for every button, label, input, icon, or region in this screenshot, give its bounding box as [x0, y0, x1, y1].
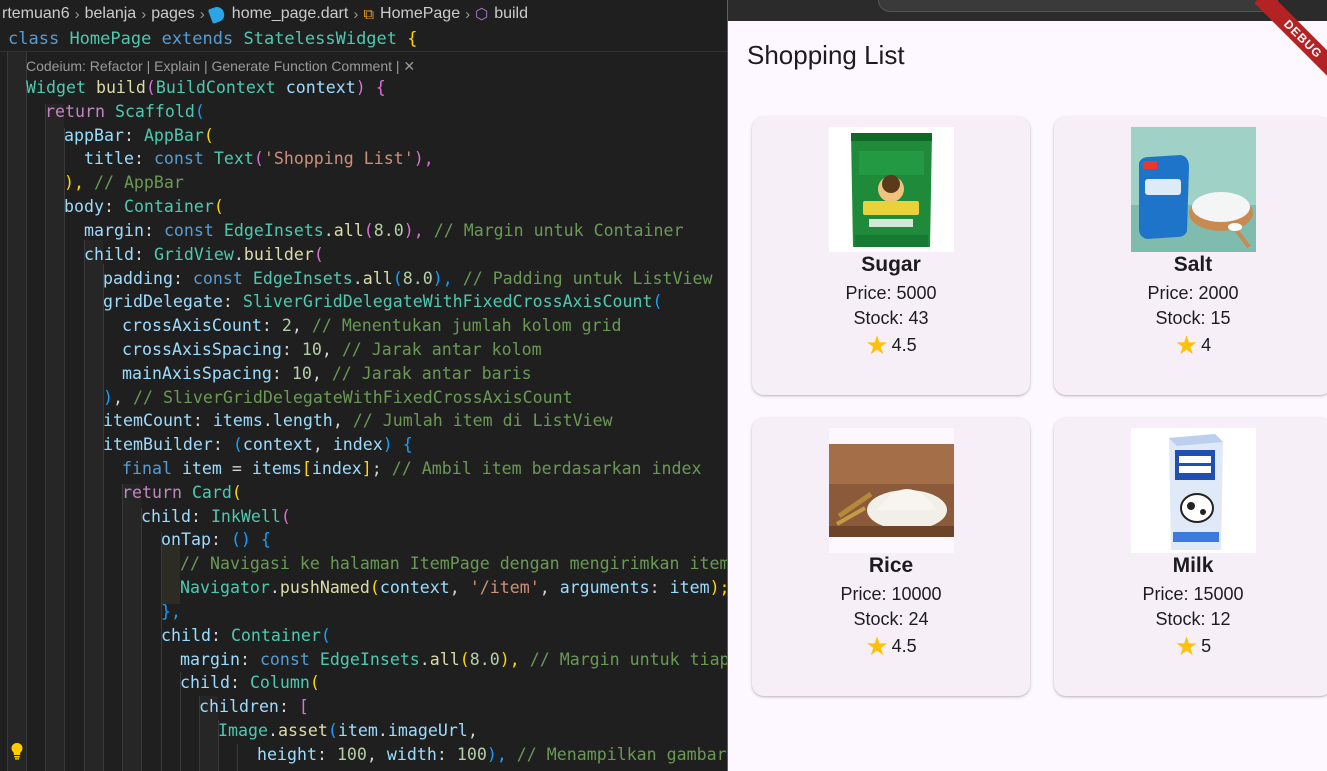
product-price: Price: 15000 — [1142, 584, 1244, 604]
code-line: margin: const EdgeInsets.all(8.0), // Ma… — [180, 649, 727, 669]
product-card-salt[interactable]: Salt Price: 2000 Stock: 15 ★ 4 — [1054, 117, 1327, 395]
code-line: ), // AppBar — [64, 173, 184, 193]
breadcrumb-item-folder[interactable]: rtemuan6 — [2, 5, 70, 23]
star-icon: ★ — [1174, 631, 1199, 661]
chevron-right-icon: › — [465, 5, 471, 23]
code-line: gridDelegate: SliverGridDelegateWithFixe… — [103, 292, 663, 312]
code-line: margin: const EdgeInsets.all(8.0), // Ma… — [84, 220, 684, 240]
product-price: Price: 2000 — [1147, 283, 1239, 303]
method-icon: ⬡ — [475, 6, 489, 23]
code-line: itemBuilder: (context, index) { — [103, 435, 413, 455]
codeium-codelens[interactable]: Codeium: Refactor | Explain | Generate F… — [26, 58, 415, 78]
product-card-milk[interactable]: Milk Price: 15000 Stock: 12 ★ 5 — [1054, 418, 1327, 696]
sticky-scroll-line[interactable]: class HomePage extends StatelessWidget { — [0, 28, 727, 52]
code-editor[interactable]: rtemuan6 › belanja › pages › home_page.d… — [0, 0, 727, 771]
star-icon: ★ — [865, 330, 889, 360]
code-line: // Navigasi ke halaman ItemPage dengan m… — [180, 554, 727, 574]
product-name: Salt — [1173, 253, 1213, 276]
product-stock: Stock: 12 — [1155, 609, 1231, 629]
product-price: Price: 5000 — [845, 283, 937, 303]
sugar-image — [829, 127, 954, 252]
code-lines[interactable]: Widget build(BuildContext context) { ret… — [0, 76, 727, 767]
product-card-rice[interactable]: Rice Price: 10000 Stock: 24 ★ 4.5 — [752, 418, 1030, 696]
rating-value: 4.5 — [891, 635, 917, 656]
chevron-right-icon: › — [199, 5, 205, 23]
product-name: Rice — [868, 554, 914, 577]
breadcrumb-item-file[interactable]: home_page.dart — [232, 5, 349, 23]
lightbulb-icon[interactable] — [10, 742, 24, 760]
breadcrumb-item-folder[interactable]: belanja — [85, 5, 137, 23]
product-card-sugar[interactable]: Sugar Price: 5000 Stock: 43 ★ 4.5 — [752, 117, 1030, 395]
code-line: itemCount: items.length, // Jumlah item … — [103, 411, 613, 431]
chevron-right-icon: › — [141, 5, 147, 23]
code-line: mainAxisSpacing: 10, // Jarak antar bari… — [122, 363, 532, 383]
code-line: child: Container( — [161, 625, 331, 645]
code-line: return Card( — [122, 482, 242, 502]
code-line: child: GridView.builder( — [84, 244, 324, 264]
dart-file-icon — [207, 4, 226, 24]
product-stock: Stock: 24 — [853, 609, 929, 629]
star-icon: ★ — [1174, 330, 1199, 360]
class-icon: ⧉ — [363, 5, 375, 23]
code-line: onTap: () { — [161, 530, 271, 550]
product-rating: ★ 4.5 — [752, 633, 1030, 659]
code-token: extends — [161, 29, 234, 49]
code-line: title: const Text('Shopping List'), — [84, 149, 434, 169]
address-bar[interactable] — [878, 0, 1278, 12]
breadcrumb-item-method[interactable]: build — [494, 5, 528, 23]
code-line: appBar: AppBar( — [64, 125, 214, 145]
code-token: { — [407, 29, 418, 49]
rating-value: 5 — [1201, 635, 1212, 656]
milk-image — [1131, 428, 1256, 553]
code-line: child: Column( — [180, 673, 320, 693]
breadcrumb-item-folder[interactable]: pages — [151, 5, 195, 23]
star-icon: ★ — [865, 631, 889, 661]
code-line: children: [ — [199, 697, 309, 717]
code-token: class — [8, 29, 60, 49]
code-token: HomePage — [69, 29, 152, 49]
code-line: ), // SliverGridDelegateWithFixedCrossAx… — [103, 387, 573, 407]
product-rating: ★ 4.5 — [752, 332, 1030, 358]
code-line: return Scaffold( — [45, 101, 205, 121]
code-line: crossAxisSpacing: 10, // Jarak antar kol… — [122, 339, 542, 359]
code-line: height: 100, width: 100), // Menampilkan… — [257, 744, 727, 764]
code-line: Navigator.pushNamed(context, '/item', ar… — [180, 578, 727, 598]
product-name: Sugar — [861, 253, 921, 276]
chevron-right-icon: › — [74, 5, 80, 23]
app-preview: Shopping List DEBUG Sugar Price: 5000 St… — [728, 0, 1327, 771]
code-line: padding: const EdgeInsets.all(8.0), // P… — [103, 268, 713, 288]
product-rating: ★ 4 — [1054, 332, 1327, 358]
code-line: }, — [161, 601, 181, 621]
rating-value: 4 — [1201, 334, 1212, 355]
code-line: crossAxisCount: 2, // Menentukan jumlah … — [122, 316, 622, 336]
breadcrumb: rtemuan6 › belanja › pages › home_page.d… — [0, 0, 727, 28]
product-stock: Stock: 15 — [1155, 308, 1231, 328]
rating-value: 4.5 — [891, 334, 917, 355]
code-line: child: InkWell( — [141, 506, 291, 526]
breadcrumb-item-class[interactable]: HomePage — [380, 5, 460, 23]
product-price: Price: 10000 — [840, 584, 942, 604]
product-stock: Stock: 43 — [853, 308, 929, 328]
code-token: StatelessWidget — [243, 29, 398, 49]
code-line: final item = items[index]; // Ambil item… — [122, 459, 702, 478]
code-line: Widget build(BuildContext context) { — [26, 78, 386, 97]
app-bar-title: Shopping List — [747, 40, 905, 70]
window-title-bar — [728, 0, 1327, 21]
product-rating: ★ 5 — [1054, 633, 1327, 659]
product-name: Milk — [1172, 554, 1214, 577]
code-line: Image.asset(item.imageUrl, — [218, 720, 478, 740]
code-line: body: Container( — [64, 197, 224, 217]
salt-image — [1131, 127, 1256, 252]
chevron-right-icon: › — [353, 5, 359, 23]
rice-image — [829, 428, 954, 553]
